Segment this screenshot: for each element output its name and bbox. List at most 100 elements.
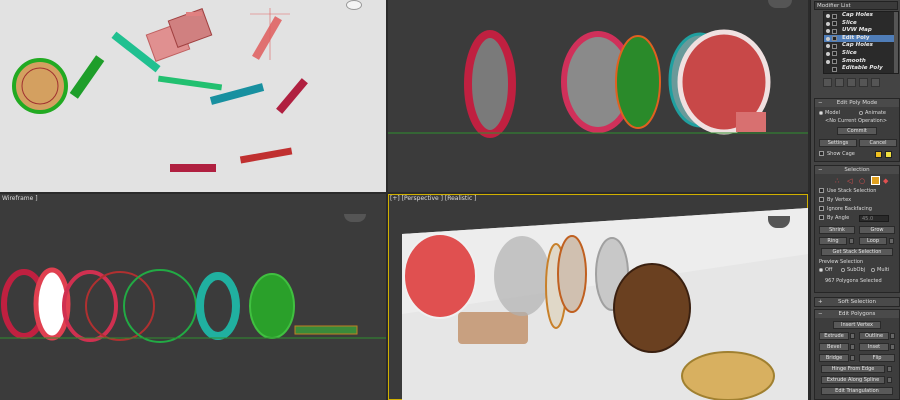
- eye-icon[interactable]: [826, 21, 830, 26]
- configure-modifier-sets-icon[interactable]: [871, 77, 880, 87]
- extrude-settings-button[interactable]: [850, 333, 855, 339]
- eye-icon[interactable]: [826, 59, 830, 64]
- checkbox-icon[interactable]: [819, 188, 824, 193]
- viewport-front[interactable]: [388, 0, 808, 192]
- edit-triangulation-button[interactable]: Edit Triangulation: [821, 387, 893, 395]
- ring-spinner[interactable]: [849, 238, 854, 244]
- stack-item-slice[interactable]: Slice: [824, 50, 898, 58]
- stack-tools: [823, 76, 900, 88]
- hinge-settings-button[interactable]: [887, 366, 892, 372]
- extrude-spline-settings-button[interactable]: [887, 377, 892, 383]
- rollout-header[interactable]: − Selection: [815, 166, 899, 174]
- selection-status: 967 Polygons Selected: [825, 278, 882, 284]
- cage-color-swatch[interactable]: [875, 151, 882, 158]
- inset-settings-button[interactable]: [890, 344, 895, 350]
- stack-scrollbar[interactable]: [894, 12, 898, 73]
- stack-item-uvw-map[interactable]: UVW Map: [824, 27, 898, 35]
- rollout-header[interactable]: − Edit Poly Mode: [815, 99, 899, 107]
- bevel-button[interactable]: Bevel: [819, 343, 849, 351]
- outline-button[interactable]: Outline: [859, 332, 889, 340]
- checkbox-icon[interactable]: [832, 28, 837, 34]
- preview-selection-label: Preview Selection: [819, 259, 864, 265]
- inset-button[interactable]: Inset: [859, 343, 889, 351]
- checkbox-icon[interactable]: [819, 206, 824, 211]
- radio-icon[interactable]: [819, 110, 823, 115]
- show-cage-checkbox[interactable]: Show Cage: [819, 151, 855, 158]
- flip-button[interactable]: Flip: [859, 354, 895, 362]
- checkbox-icon[interactable]: [819, 197, 824, 202]
- eye-icon[interactable]: [826, 29, 830, 34]
- commit-button[interactable]: Commit: [837, 127, 877, 135]
- checkbox-icon[interactable]: [832, 66, 837, 72]
- insert-vertex-button[interactable]: Insert Vertex: [833, 321, 881, 329]
- eye-icon[interactable]: [826, 36, 830, 41]
- radio-multi[interactable]: Multi: [871, 267, 889, 274]
- stack-item-cap-holes[interactable]: Cap Holes: [824, 12, 898, 20]
- extrude-along-spline-button[interactable]: Extrude Along Spline: [821, 376, 885, 384]
- eye-icon[interactable]: [826, 14, 830, 18]
- stack-item-slice[interactable]: Slice: [824, 20, 898, 28]
- viewport-perspective[interactable]: [+] [Perspective ] [Realistic ]: [388, 194, 808, 400]
- eye-icon[interactable]: [826, 44, 830, 49]
- settings-button[interactable]: Settings: [819, 139, 857, 147]
- checkbox-icon[interactable]: [832, 36, 837, 42]
- use-stack-selection-checkbox[interactable]: Use Stack Selection: [819, 188, 876, 195]
- radio-icon[interactable]: [841, 267, 845, 272]
- polygon-mode-icon[interactable]: [871, 176, 880, 185]
- remove-modifier-icon[interactable]: [859, 77, 868, 87]
- bridge-button[interactable]: Bridge: [819, 354, 849, 362]
- loop-spinner[interactable]: [889, 238, 894, 244]
- stack-item-smooth[interactable]: Smooth: [824, 58, 898, 66]
- ignore-backfacing-checkbox[interactable]: Ignore Backfacing: [819, 206, 872, 213]
- pin-stack-icon[interactable]: [823, 77, 832, 87]
- radio-icon[interactable]: [859, 110, 863, 115]
- stack-item-cap-holes[interactable]: Cap Holes: [824, 42, 898, 50]
- edge-mode-icon[interactable]: ◁: [847, 177, 855, 185]
- viewport-left[interactable]: Wireframe ]: [0, 194, 386, 400]
- bevel-settings-button[interactable]: [850, 344, 855, 350]
- modifier-stack[interactable]: Cap Holes Slice UVW Map Edit Poly Cap Ho…: [823, 11, 899, 74]
- viewcube-icon[interactable]: [346, 0, 362, 10]
- checkbox-icon[interactable]: [832, 13, 837, 19]
- viewport-top[interactable]: [0, 0, 386, 192]
- by-angle-checkbox[interactable]: By Angle: [819, 215, 849, 222]
- modifier-list-dropdown[interactable]: Modifier List: [814, 1, 898, 10]
- front-view-scene: [388, 29, 808, 138]
- stack-item-editable-poly[interactable]: Editable Poly: [824, 65, 898, 73]
- make-unique-icon[interactable]: [847, 77, 856, 87]
- border-mode-icon[interactable]: ○: [859, 177, 867, 185]
- radio-icon[interactable]: [871, 267, 875, 272]
- eye-icon[interactable]: [826, 51, 830, 56]
- cage-selected-color-swatch[interactable]: [885, 151, 892, 158]
- element-mode-icon[interactable]: ◆: [883, 177, 891, 185]
- stack-item-edit-poly[interactable]: Edit Poly: [824, 34, 898, 43]
- extrude-button[interactable]: Extrude: [819, 332, 849, 340]
- checkbox-icon[interactable]: [832, 43, 837, 49]
- checkbox-icon[interactable]: [819, 215, 824, 220]
- ring-button[interactable]: Ring: [819, 237, 847, 245]
- bridge-settings-button[interactable]: [850, 355, 855, 361]
- checkbox-icon[interactable]: [832, 59, 837, 65]
- radio-subobj[interactable]: SubObj: [841, 267, 865, 274]
- radio-icon[interactable]: [819, 267, 823, 272]
- rollout-header[interactable]: − Edit Polygons: [815, 310, 899, 318]
- rollout-header[interactable]: + Soft Selection: [815, 298, 899, 306]
- radio-animate[interactable]: Animate: [859, 110, 886, 117]
- grow-button[interactable]: Grow: [859, 226, 895, 234]
- hinge-from-edge-button[interactable]: Hinge From Edge: [821, 365, 885, 373]
- shrink-button[interactable]: Shrink: [819, 226, 855, 234]
- checkbox-icon[interactable]: [832, 21, 837, 27]
- checkbox-icon[interactable]: [832, 51, 837, 57]
- radio-off[interactable]: Off: [819, 267, 832, 274]
- vertex-mode-icon[interactable]: ∴: [835, 177, 843, 185]
- subobject-icons: ∴ ◁ ○ ◆: [835, 176, 895, 186]
- by-vertex-checkbox[interactable]: By Vertex: [819, 197, 851, 204]
- cancel-button[interactable]: Cancel: [859, 139, 897, 147]
- loop-button[interactable]: Loop: [859, 237, 887, 245]
- radio-model[interactable]: Model: [819, 110, 840, 117]
- checkbox-icon[interactable]: [819, 151, 824, 156]
- get-stack-selection-button[interactable]: Get Stack Selection: [821, 248, 893, 256]
- by-angle-spinner[interactable]: 45.0: [859, 215, 889, 222]
- outline-settings-button[interactable]: [890, 333, 895, 339]
- show-end-result-icon[interactable]: [835, 77, 844, 87]
